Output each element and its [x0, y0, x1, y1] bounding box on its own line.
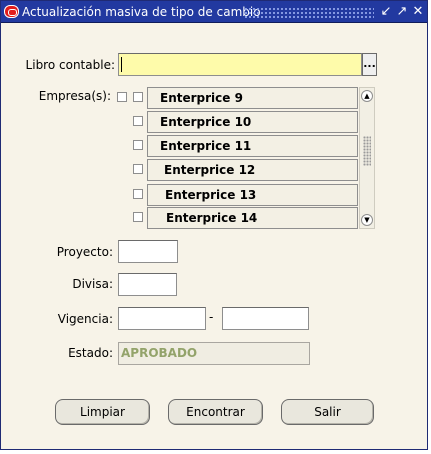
- company-name: Enterprice 11: [160, 139, 252, 153]
- company-checkbox[interactable]: [133, 164, 143, 174]
- select-all-checkbox[interactable]: [117, 92, 127, 102]
- company-checkbox[interactable]: [133, 212, 143, 222]
- title-bar[interactable]: Actualización masiva de tipo de cambio ↙…: [1, 1, 427, 23]
- minimize-icon[interactable]: ↙: [379, 4, 393, 20]
- scrollbar-thumb[interactable]: [363, 136, 371, 166]
- company-checkbox[interactable]: [133, 92, 143, 102]
- close-icon[interactable]: ✕: [411, 4, 425, 20]
- company-list-scrollbar[interactable]: ▲ ▼: [359, 87, 375, 229]
- text-cursor: [121, 57, 122, 72]
- date-range-separator: -: [209, 310, 214, 324]
- proyecto-label: Proyecto:: [56, 245, 113, 259]
- title-bar-grip: [244, 7, 374, 18]
- maximize-icon[interactable]: ↗: [395, 4, 409, 20]
- company-row[interactable]: Enterprice 14: [147, 207, 358, 229]
- salir-button[interactable]: Salir: [281, 399, 374, 425]
- company-row[interactable]: Enterprice 13: [147, 184, 358, 206]
- empresas-label: Empresa(s):: [38, 89, 111, 103]
- limpiar-button[interactable]: Limpiar: [55, 399, 150, 425]
- scroll-up-icon[interactable]: ▲: [361, 90, 373, 102]
- company-checkbox[interactable]: [133, 189, 143, 199]
- company-checkbox[interactable]: [133, 140, 143, 150]
- company-row[interactable]: Enterprice 10: [147, 111, 358, 133]
- encontrar-button[interactable]: Encontrar: [168, 399, 263, 425]
- company-name: Enterprice 13: [165, 188, 257, 202]
- estado-field: APROBADO: [118, 342, 310, 365]
- company-row[interactable]: Enterprice 11: [147, 135, 358, 157]
- company-row[interactable]: Enterprice 9: [147, 87, 358, 109]
- company-checkbox[interactable]: [133, 116, 143, 126]
- libro-contable-lov-button[interactable]: ...: [362, 53, 377, 76]
- divisa-label: Divisa:: [72, 277, 113, 291]
- company-name: Enterprice 9: [160, 91, 243, 105]
- company-name: Enterprice 10: [160, 115, 252, 129]
- company-name: Enterprice 14: [166, 211, 258, 225]
- vigencia-to-field[interactable]: [222, 307, 309, 330]
- proyecto-field[interactable]: [118, 240, 178, 263]
- oracle-icon: [4, 5, 19, 18]
- scroll-down-icon[interactable]: ▼: [361, 214, 373, 226]
- company-row[interactable]: Enterprice 12: [147, 159, 358, 181]
- exchange-rate-update-window: Actualización masiva de tipo de cambio ↙…: [0, 0, 428, 450]
- company-name: Enterprice 12: [164, 163, 256, 177]
- vigencia-from-field[interactable]: [118, 307, 206, 330]
- estado-value: APROBADO: [121, 346, 198, 360]
- estado-label: Estado:: [68, 346, 113, 360]
- window-title: Actualización masiva de tipo de cambio: [22, 5, 261, 19]
- divisa-field[interactable]: [118, 273, 177, 296]
- libro-contable-label: Libro contable:: [25, 58, 115, 72]
- vigencia-label: Vigencia:: [57, 312, 113, 326]
- libro-contable-field[interactable]: [118, 53, 362, 76]
